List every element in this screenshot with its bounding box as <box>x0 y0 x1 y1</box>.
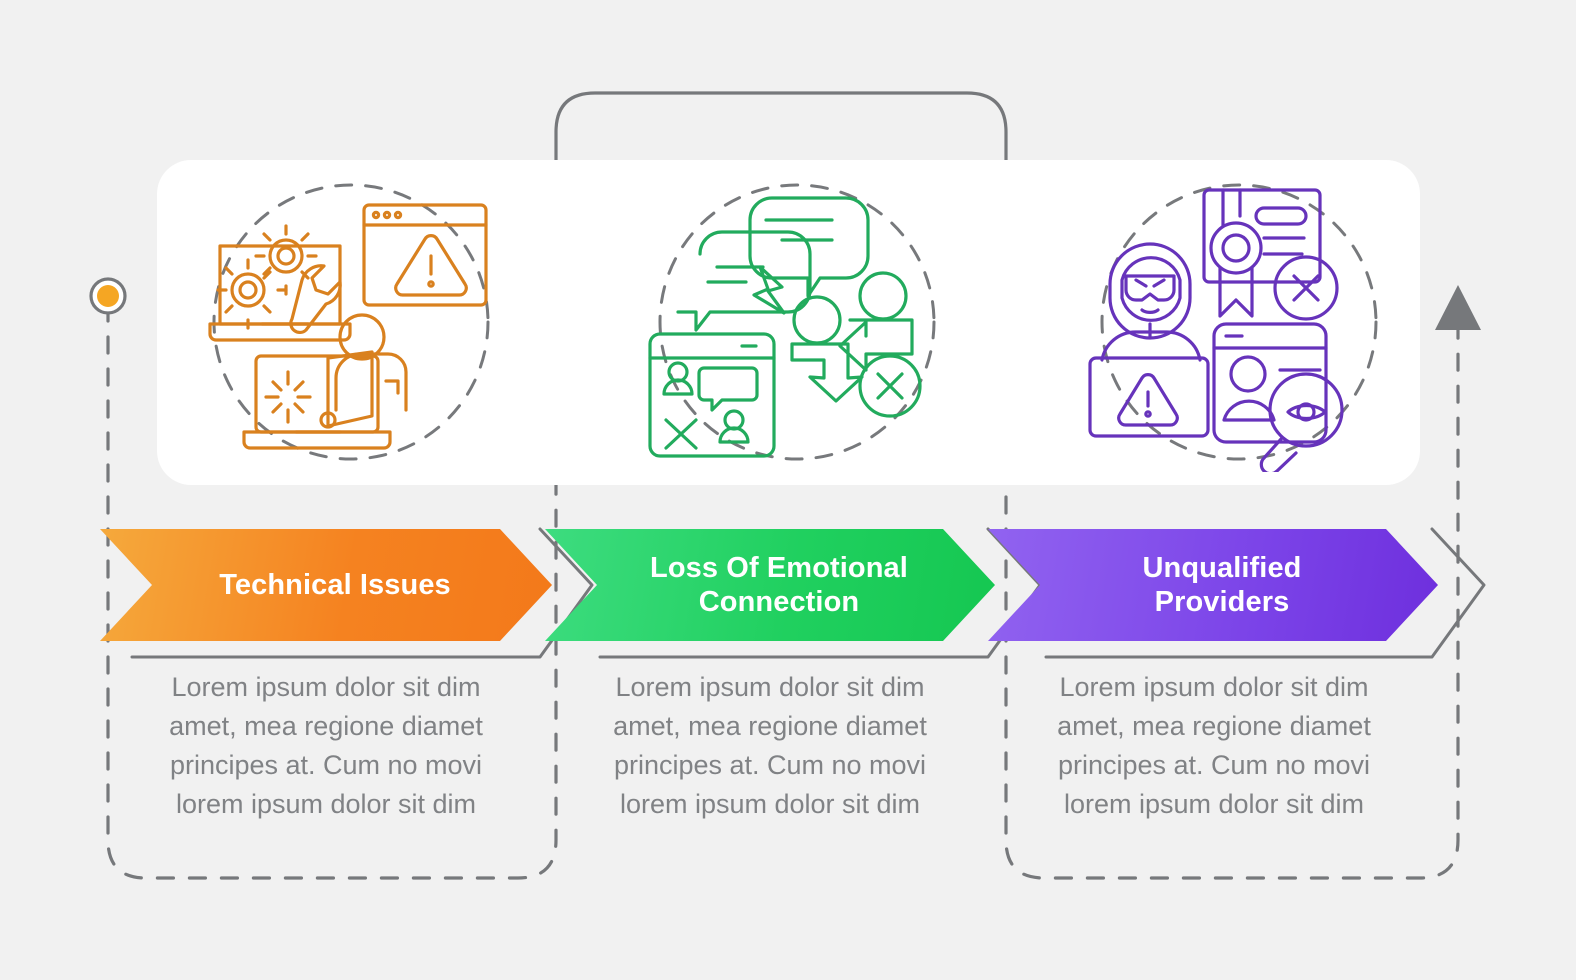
hooded-hacker-laptop-warning-icon <box>1088 242 1210 438</box>
dashed-circle-decoration <box>1100 183 1378 461</box>
icon-cluster-technical-issues <box>196 172 506 472</box>
person-laptop-loading-icon <box>242 313 408 450</box>
step-banner-technical-issues[interactable]: Technical Issues <box>100 529 552 641</box>
step-banner-label: Unqualified Providers <box>1142 551 1302 618</box>
step-banner-loss-of-emotional-connection[interactable]: Loss Of Emotional Connection <box>545 529 995 641</box>
arrow-up-triangle-icon <box>1435 285 1481 330</box>
step-banner-label: Loss Of Emotional Connection <box>650 551 908 618</box>
icon-cluster-unqualified-providers <box>1084 172 1394 472</box>
infographic-canvas: Technical Issues Loss Of Emotional Conne… <box>0 0 1576 980</box>
browser-users-cross-icon <box>648 332 776 458</box>
step-marker-1 <box>89 277 127 315</box>
step-banner-unqualified-providers[interactable]: Unqualified Providers <box>988 529 1438 641</box>
step-description-loss-of-emotional-connection: Lorem ipsum dolor sit dim amet, mea regi… <box>613 672 927 819</box>
browser-warning-triangle-icon <box>362 203 488 307</box>
icon-cluster-loss-of-emotional-connection <box>642 172 952 472</box>
profile-magnifier-eye-icon <box>1212 322 1344 472</box>
connector-layer <box>89 91 1486 880</box>
step-banner-row: Technical Issues Loss Of Emotional Conne… <box>0 529 1576 649</box>
step-banner-label: Technical Issues <box>219 568 451 601</box>
laptop-gears-wrench-icon <box>208 224 352 342</box>
step-description-technical-issues: Lorem ipsum dolor sit dim amet, mea regi… <box>169 672 483 819</box>
step-description-unqualified-providers: Lorem ipsum dolor sit dim amet, mea regi… <box>1057 672 1371 819</box>
